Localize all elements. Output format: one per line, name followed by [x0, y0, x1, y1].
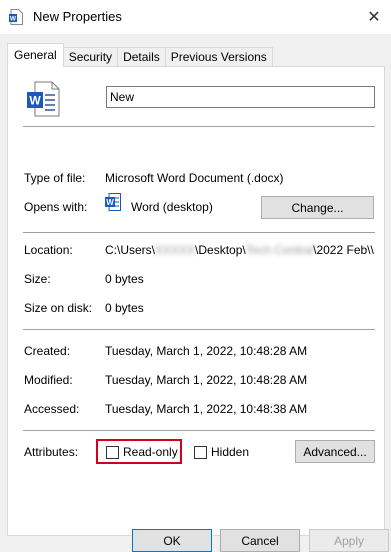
cancel-button[interactable]: Cancel	[220, 529, 300, 552]
close-icon: ✕	[367, 9, 381, 26]
modified-value: Tuesday, March 1, 2022, 10:48:28 AM	[105, 373, 308, 387]
size-on-disk-label: Size on disk:	[24, 301, 93, 315]
tab-details[interactable]: Details	[117, 47, 166, 67]
location-user-blurred: XXXXX	[155, 243, 196, 257]
svg-text:W: W	[29, 94, 41, 108]
opens-with-value: Word (desktop)	[131, 200, 213, 214]
attributes-label: Attributes:	[24, 445, 79, 459]
file-name-input[interactable]	[106, 86, 375, 108]
apply-button[interactable]: Apply	[309, 529, 389, 552]
word-app-icon: W	[105, 193, 121, 211]
word-document-icon: W	[9, 9, 23, 25]
window-title: New Properties	[33, 9, 122, 24]
change-button[interactable]: Change...	[261, 196, 374, 219]
separator	[23, 430, 375, 431]
type-of-file-label: Type of file:	[24, 171, 86, 185]
tab-security[interactable]: Security	[62, 47, 119, 67]
created-value: Tuesday, March 1, 2022, 10:48:28 AM	[105, 344, 308, 358]
read-only-label[interactable]: Read-only	[123, 445, 178, 459]
separator	[23, 232, 375, 233]
location-mid: \Desktop\	[195, 243, 246, 257]
tab-previous-versions[interactable]: Previous Versions	[164, 47, 273, 67]
opens-with-label: Opens with:	[24, 200, 88, 214]
accessed-label: Accessed:	[24, 402, 80, 416]
tab-strip: General Security Details Previous Versio…	[7, 43, 273, 67]
type-of-file-value: Microsoft Word Document (.docx)	[105, 171, 284, 185]
separator	[23, 329, 375, 330]
advanced-button[interactable]: Advanced...	[295, 440, 375, 463]
size-on-disk-value: 0 bytes	[105, 301, 144, 315]
modified-label: Modified:	[24, 373, 73, 387]
separator	[23, 126, 375, 127]
location-prefix: C:\Users\	[105, 243, 156, 257]
location-suffix: \2022 Feb\\	[313, 243, 374, 257]
hidden-checkbox[interactable]	[194, 446, 207, 459]
size-value: 0 bytes	[105, 272, 144, 286]
general-panel: W Type of file: Microsoft Word Document …	[7, 66, 385, 536]
dialog-body: General Security Details Previous Versio…	[0, 34, 391, 552]
location-label: Location:	[24, 243, 73, 257]
hidden-label[interactable]: Hidden	[211, 445, 249, 459]
svg-text:W: W	[106, 198, 114, 207]
ok-button[interactable]: OK	[132, 529, 212, 552]
close-button[interactable]: ✕	[357, 0, 391, 34]
location-folder-blurred: Tech Central	[245, 243, 314, 257]
word-file-icon: W	[27, 81, 60, 117]
read-only-checkbox[interactable]	[106, 446, 119, 459]
location-value: C:\Users\XXXXX\Desktop\Tech Central\2022…	[105, 243, 374, 257]
created-label: Created:	[24, 344, 71, 358]
accessed-value: Tuesday, March 1, 2022, 10:48:38 AM	[105, 402, 308, 416]
svg-text:W: W	[10, 16, 17, 23]
size-label: Size:	[24, 272, 51, 286]
title-bar: W New Properties ✕	[0, 0, 391, 34]
tab-general[interactable]: General	[7, 43, 64, 67]
